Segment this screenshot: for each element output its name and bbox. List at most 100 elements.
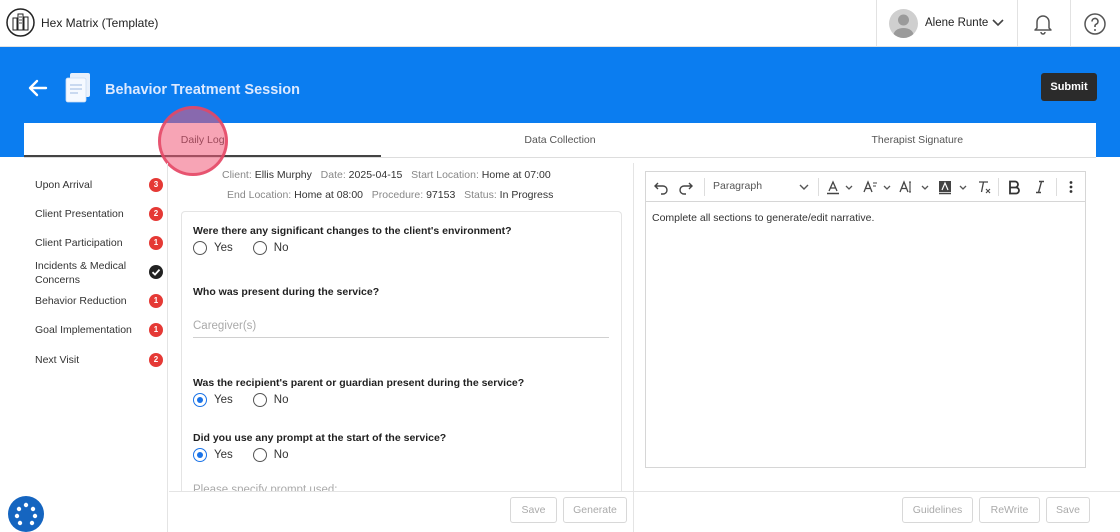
status-label: Status:	[464, 189, 497, 201]
count-badge: 2	[149, 353, 163, 367]
page-title: Behavior Treatment Session	[105, 82, 301, 98]
editor-footer: Guidelines ReWrite Save	[634, 491, 1120, 532]
help-area	[1070, 0, 1120, 47]
chevron-down-icon[interactable]	[796, 179, 812, 195]
procedure-value: 97153	[426, 189, 456, 201]
tab-daily-log[interactable]: Daily Log	[24, 123, 382, 157]
chevron-down-icon[interactable]	[917, 179, 933, 195]
question-prompt-used: Did you use any prompt at the start of t…	[193, 432, 447, 444]
redo-icon[interactable]	[678, 179, 694, 195]
chevron-down-icon[interactable]	[879, 179, 895, 195]
bell-icon[interactable]	[1031, 11, 1055, 35]
count-badge: 1	[149, 236, 163, 250]
client-label: Client:	[222, 169, 252, 181]
sidebar-item-label: Next Visit	[35, 354, 80, 366]
sidebar-item-client-participation[interactable]: Client Participation 1	[35, 236, 163, 250]
radio-group-guardian: Yes No	[193, 393, 308, 407]
undo-icon[interactable]	[653, 179, 669, 195]
count-badge: 1	[149, 323, 163, 337]
end-location-value: Home at 08:00	[294, 189, 364, 201]
sidebar-item-behavior-reduction[interactable]: Behavior Reduction 1	[35, 294, 163, 308]
form-footer: Save Generate	[169, 491, 633, 532]
radio-option-yes[interactable]: Yes	[193, 448, 233, 462]
hex-matrix-logo[interactable]	[6, 8, 35, 37]
user-avatar	[889, 9, 918, 38]
radio-no[interactable]	[252, 448, 267, 462]
save-button[interactable]: Save	[510, 497, 557, 523]
editor-toolbar: Paragraph	[646, 172, 1085, 202]
radio-yes[interactable]	[193, 448, 207, 462]
radio-option-yes[interactable]: Yes	[193, 393, 233, 407]
user-name: Alene Runte	[925, 17, 989, 29]
tab-therapist-signature[interactable]: Therapist Signature	[739, 123, 1096, 157]
question-environment-changes: Were there any significant changes to th…	[193, 225, 512, 237]
font-color-icon[interactable]	[825, 179, 841, 195]
toolbar-separator	[998, 178, 999, 196]
sidebar-item-label: Goal Implementation	[35, 324, 132, 336]
radio-no[interactable]	[252, 241, 267, 255]
radio-label: Yes	[214, 242, 233, 254]
sidebar-item-label: Incidents & Medical Concerns	[35, 260, 127, 286]
date-value: 2025-04-15	[348, 169, 403, 181]
daily-log-form: Were there any significant changes to th…	[181, 211, 622, 532]
sidebar-item-next-visit[interactable]: Next Visit 2	[35, 353, 163, 367]
chevron-down-icon[interactable]	[955, 179, 971, 195]
sidebar-item-upon-arrival[interactable]: Upon Arrival 3	[35, 178, 163, 192]
back-arrow-icon[interactable]	[28, 79, 48, 97]
count-badge: 1	[149, 294, 163, 308]
rewrite-button[interactable]: ReWrite	[979, 497, 1040, 523]
user-menu[interactable]: Alene Runte	[876, 0, 1018, 47]
bold-icon[interactable]	[1006, 179, 1022, 195]
tab-data-collection[interactable]: Data Collection	[381, 123, 738, 157]
top-app-bar: Hex Matrix (Template) Alene Runte	[0, 0, 1120, 47]
caregiver-input[interactable]	[193, 314, 609, 338]
clear-format-icon[interactable]	[976, 179, 992, 195]
date-label: Date:	[320, 169, 346, 181]
chevron-down-icon	[992, 19, 1004, 27]
app-title: Hex Matrix (Template)	[41, 16, 159, 30]
radio-no[interactable]	[252, 393, 267, 407]
toolbar-separator	[704, 178, 705, 196]
radio-option-no[interactable]: No	[252, 393, 289, 407]
help-icon[interactable]	[1083, 12, 1107, 36]
sidebar-item-incidents-medical[interactable]: Incidents & Medical Concerns	[35, 259, 163, 287]
font-size-icon[interactable]	[862, 179, 878, 195]
chevron-down-icon[interactable]	[841, 179, 857, 195]
radio-yes[interactable]	[193, 241, 207, 255]
submit-button[interactable]: Submit	[1041, 73, 1097, 101]
italic-icon[interactable]	[1032, 179, 1048, 195]
start-location-value: Home at 07:00	[481, 169, 551, 181]
sidebar-item-goal-implementation[interactable]: Goal Implementation 1	[35, 323, 163, 337]
sidebar-item-client-presentation[interactable]: Client Presentation 2	[35, 207, 163, 221]
radio-option-yes[interactable]: Yes	[193, 241, 233, 255]
tab-bar: Daily Log Data Collection Therapist Sign…	[24, 123, 1096, 158]
highlight-icon[interactable]	[937, 179, 953, 195]
generate-button[interactable]: Generate	[563, 497, 627, 523]
check-complete-icon	[149, 265, 163, 279]
radio-option-no[interactable]: No	[252, 241, 288, 255]
sidebar-item-label: Client Participation	[35, 237, 123, 249]
radio-yes[interactable]	[193, 393, 207, 407]
question-guardian-present: Was the recipient's parent or guardian p…	[193, 377, 525, 389]
start-location-label: Start Location:	[411, 169, 479, 181]
count-badge: 3	[149, 178, 163, 192]
radio-label: No	[273, 394, 289, 406]
save-narrative-button[interactable]: Save	[1046, 497, 1090, 523]
sidebar-item-label: Upon Arrival	[35, 179, 93, 191]
radio-label: No	[273, 449, 289, 461]
paragraph-style-select[interactable]: Paragraph	[713, 180, 762, 192]
radio-group-prompt: Yes No	[193, 448, 308, 462]
radio-option-no[interactable]: No	[252, 448, 289, 462]
accessibility-fab-icon[interactable]	[8, 496, 44, 532]
editor-content[interactable]: Complete all sections to generate/edit n…	[652, 212, 874, 224]
procedure-label: Procedure:	[371, 189, 424, 201]
section-sidebar: Upon Arrival 3 Client Presentation 2 Cli…	[24, 163, 168, 532]
radio-label: Yes	[214, 394, 233, 406]
guidelines-button[interactable]: Guidelines	[902, 497, 973, 523]
tab-label: Therapist Signature	[871, 134, 964, 146]
more-vertical-icon[interactable]	[1063, 179, 1079, 195]
narrative-editor[interactable]: Paragraph Complete all sections to gener…	[645, 171, 1086, 468]
sidebar-item-label: Client Presentation	[35, 208, 124, 220]
text-style-icon[interactable]	[899, 179, 915, 195]
toolbar-separator	[818, 178, 819, 196]
